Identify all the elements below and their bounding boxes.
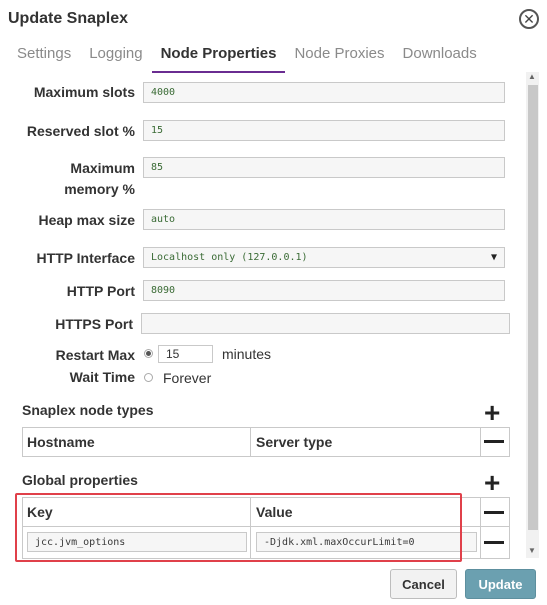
tab-node-proxies[interactable]: Node Proxies [285, 40, 393, 71]
tab-logging[interactable]: Logging [80, 40, 151, 71]
forever-label: Forever [163, 370, 212, 386]
http-interface-label: HTTP Interface [36, 250, 135, 266]
max-slots-label: Maximum slots [33, 84, 135, 100]
hostname-header: Hostname [27, 434, 95, 450]
node-types-divider-2 [480, 427, 481, 457]
highlight-box [15, 493, 462, 562]
reserved-slot-label: Reserved slot % [26, 123, 135, 139]
global-properties-title: Global properties [22, 472, 138, 488]
remove-global-property-header-icon[interactable] [484, 511, 504, 514]
http-interface-value: Localhost only (127.0.0.1) [151, 252, 308, 263]
reserved-slot-input[interactable]: 15 [143, 120, 505, 141]
https-port-label: HTTPS Port [55, 316, 133, 332]
node-types-title: Snaplex node types [22, 402, 154, 418]
tab-node-properties[interactable]: Node Properties [151, 40, 286, 73]
restart-minutes-input[interactable]: 15 [158, 345, 213, 363]
max-memory-label-line2: memory % [64, 181, 135, 197]
forever-radio[interactable] [144, 373, 153, 382]
max-memory-input[interactable]: 85 [143, 157, 505, 178]
cancel-button[interactable]: Cancel [390, 569, 457, 599]
server-type-header: Server type [256, 434, 333, 450]
add-node-type-icon[interactable]: + [484, 399, 500, 427]
add-global-property-icon[interactable]: + [484, 469, 500, 497]
scroll-down-arrow[interactable]: ▼ [528, 546, 536, 555]
heap-max-input[interactable]: auto [143, 209, 505, 230]
https-port-input[interactable] [141, 313, 510, 334]
chevron-down-icon: ▼ [490, 252, 497, 263]
remove-global-property-row-icon[interactable] [484, 541, 504, 544]
dialog-title: Update Snaplex [8, 10, 129, 27]
http-interface-select[interactable]: Localhost only (127.0.0.1) ▼ [143, 247, 505, 268]
tab-bar: Settings Logging Node Properties Node Pr… [8, 40, 486, 73]
max-memory-label-line1: Maximum [70, 160, 135, 176]
scrollbar-thumb[interactable] [528, 85, 538, 530]
close-icon[interactable]: ✕ [519, 9, 539, 29]
heap-max-label: Heap max size [38, 212, 136, 228]
http-port-input[interactable]: 8090 [143, 280, 505, 301]
http-port-label: HTTP Port [66, 283, 135, 299]
global-properties-divider-2 [480, 497, 481, 559]
tab-downloads[interactable]: Downloads [394, 40, 486, 71]
restart-label-line2: Wait Time [69, 369, 135, 385]
minutes-radio[interactable] [144, 349, 153, 358]
minutes-label: minutes [222, 346, 272, 362]
scroll-up-arrow[interactable]: ▲ [528, 72, 536, 81]
update-button[interactable]: Update [465, 569, 536, 599]
tab-settings[interactable]: Settings [8, 40, 80, 71]
max-slots-input[interactable]: 4000 [143, 82, 505, 103]
remove-node-type-icon[interactable] [484, 440, 504, 443]
node-types-divider-1 [250, 427, 251, 457]
restart-label-line1: Restart Max [55, 347, 135, 363]
